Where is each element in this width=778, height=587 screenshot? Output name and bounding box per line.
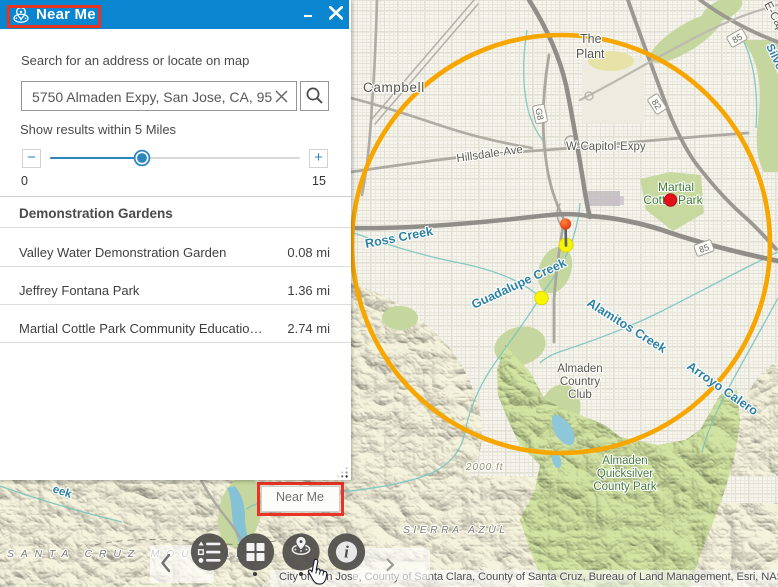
svg-text:Quicksilver: Quicksilver xyxy=(597,468,653,480)
svg-text:Campbell: Campbell xyxy=(363,80,425,95)
svg-text:Club: Club xyxy=(568,389,592,401)
svg-text:i: i xyxy=(344,543,349,562)
svg-text:2000 ft: 2000 ft xyxy=(465,462,504,473)
svg-text:Almaden: Almaden xyxy=(602,455,647,467)
svg-text:Almaden: Almaden xyxy=(557,363,602,375)
svg-text:W-Capitol-Expy: W-Capitol-Expy xyxy=(566,141,646,153)
svg-text:Country: Country xyxy=(560,376,601,388)
svg-text:The: The xyxy=(580,32,602,46)
svg-text:Plant: Plant xyxy=(576,47,605,61)
svg-text:Martial: Martial xyxy=(658,180,694,194)
svg-text:SIERRA AZUL: SIERRA AZUL xyxy=(403,524,508,536)
svg-text:County Park: County Park xyxy=(593,481,657,493)
